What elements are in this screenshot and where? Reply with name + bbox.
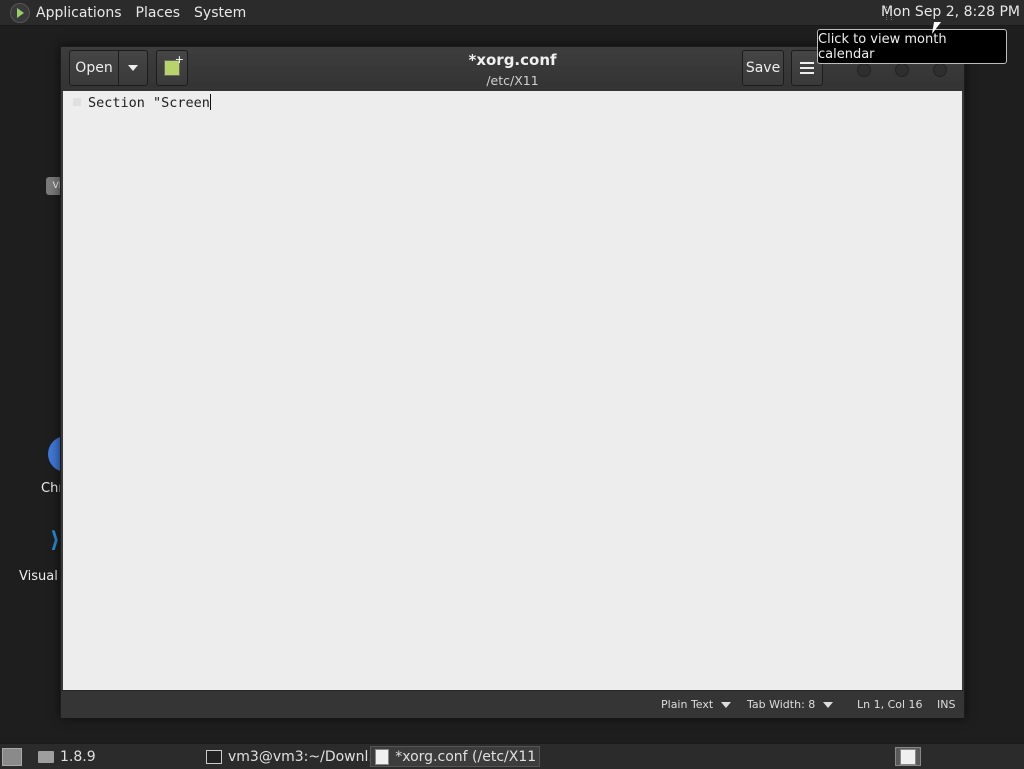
- save-button[interactable]: Save: [742, 50, 784, 86]
- gutter-marker: [73, 98, 81, 106]
- calendar-tooltip: Click to view month calendar: [817, 29, 1007, 64]
- show-desktop-icon[interactable]: [2, 748, 22, 766]
- clock[interactable]: Mon Sep 2, 8:28 PM: [881, 4, 1020, 20]
- taskbar-item-terminal[interactable]: vm3@vm3:~/Downl...: [206, 746, 382, 767]
- insert-mode: INS: [937, 698, 955, 711]
- folder-icon: [38, 750, 54, 763]
- tab-width-selector[interactable]: Tab Width: 8: [747, 698, 834, 711]
- menu-logo-icon[interactable]: [10, 2, 30, 23]
- terminal-icon: [206, 749, 222, 764]
- code-line-text: Section "Screen: [88, 95, 210, 111]
- maximize-button[interactable]: [895, 63, 909, 77]
- taskbar-item-folder[interactable]: 1.8.9: [38, 746, 96, 767]
- insert-mode-label: INS: [937, 698, 956, 711]
- tab-width-label: Tab Width: 8: [747, 698, 816, 711]
- window-subtitle: /etc/X11: [486, 73, 539, 88]
- chevron-down-icon: [721, 701, 732, 708]
- text-editor-icon: [900, 748, 916, 765]
- text-editor-icon: [375, 748, 390, 765]
- hamburger-icon: [800, 67, 814, 69]
- workspace-switcher[interactable]: [895, 747, 921, 766]
- code-line[interactable]: Section "Screen: [88, 94, 211, 111]
- text-editor-window: Open *xorg.conf /etc/X11 Save Section "S…: [60, 46, 965, 718]
- menu-system[interactable]: System: [194, 5, 246, 21]
- menu-places[interactable]: Places: [136, 5, 181, 21]
- status-bar: Plain Text Tab Width: 8 Ln 1, Col 16 INS: [61, 690, 964, 718]
- editor-text-area[interactable]: Section "Screen: [63, 91, 962, 690]
- taskbar-item-label: *xorg.conf (/etc/X11)...: [395, 748, 535, 765]
- chevron-down-icon: [823, 701, 834, 708]
- language-selector[interactable]: Plain Text: [661, 698, 732, 711]
- minimize-button[interactable]: [857, 63, 871, 77]
- text-cursor: [209, 94, 211, 110]
- taskbar-item-label: 1.8.9: [60, 748, 96, 765]
- taskbar-item-text-editor[interactable]: *xorg.conf (/etc/X11)...: [370, 746, 540, 767]
- menu-applications[interactable]: Applications: [36, 5, 122, 21]
- top-panel: Applications Places System Mon Sep 2, 8:…: [0, 0, 1024, 26]
- taskbar-item-label: vm3@vm3:~/Downl...: [228, 748, 382, 765]
- bottom-taskbar: 1.8.9 vm3@vm3:~/Downl... *xorg.conf (/et…: [0, 743, 1024, 769]
- language-label: Plain Text: [661, 698, 714, 711]
- cursor-position: Ln 1, Col 16: [857, 698, 923, 711]
- cursor-position-label: Ln 1, Col 16: [857, 698, 923, 711]
- close-button[interactable]: [933, 63, 947, 77]
